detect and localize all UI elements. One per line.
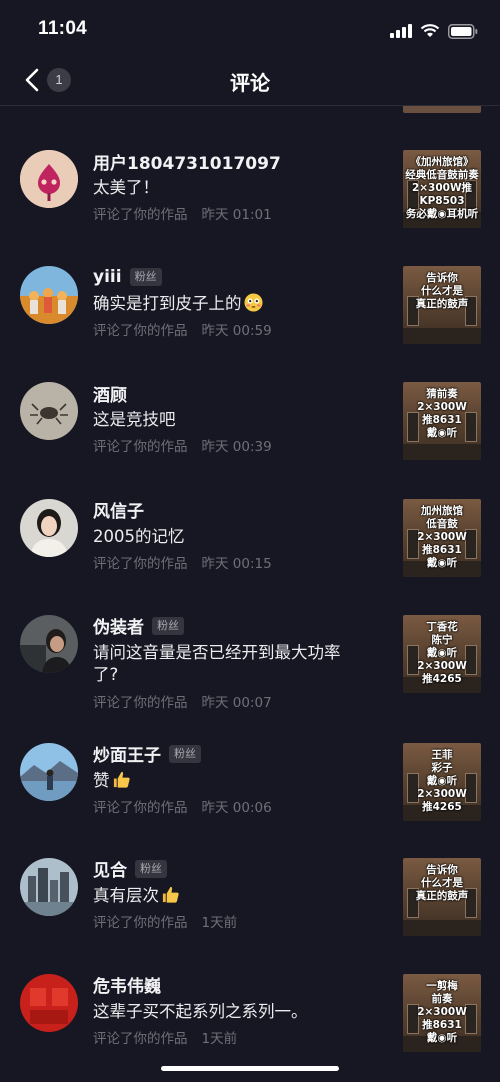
name-row: 伪装者 粉丝 <box>93 614 184 638</box>
comment-meta: 评论了你的作品 昨天 01:01 <box>93 203 286 223</box>
comment-item[interactable]: 炒面王子 粉丝 赞 评论了你的作品 昨天 00:06 王菲 彩子 戴◉听 2×30… <box>0 723 500 838</box>
name-row: 危韦伟巍 <box>93 973 161 997</box>
comment-meta: 评论了你的作品 1天前 <box>93 911 251 931</box>
previous-thumbnail-edge <box>403 106 481 113</box>
comment-text: 这辈子买不起系列之系列一。 <box>93 1001 308 1021</box>
nav-bar: 1 评论 <box>0 56 500 106</box>
video-thumbnail[interactable]: 一剪梅 前奏 2×300W 推8631 戴◉听 <box>403 973 481 1052</box>
avatar[interactable] <box>20 150 78 208</box>
fan-badge: 粉丝 <box>129 268 162 287</box>
avatar[interactable] <box>20 857 78 916</box>
status-icons <box>390 21 478 41</box>
avatar[interactable] <box>20 382 78 441</box>
name-row: 风信子 <box>93 498 144 522</box>
comment-action: 评论了你的作品 <box>93 1030 188 1047</box>
avatar[interactable] <box>20 498 78 557</box>
video-thumbnail[interactable]: 猜前奏 2×300W 推8631 戴◉听 <box>403 382 481 461</box>
comment-action: 评论了你的作品 <box>93 207 188 223</box>
comment-action: 评论了你的作品 <box>93 914 188 931</box>
fan-badge: 粉丝 <box>135 859 167 878</box>
comment-meta: 评论了你的作品 昨天 00:06 <box>93 796 286 816</box>
name-row: 见合 粉丝 <box>93 857 167 881</box>
name-row: 炒面王子 粉丝 <box>93 742 201 766</box>
signal-icon <box>390 24 412 38</box>
avatar[interactable] <box>20 742 78 801</box>
username[interactable]: 炒面王子 <box>93 741 161 766</box>
thumbnail-caption: 加州旅馆 低音鼓 2×300W 推8631 戴◉听 <box>417 504 467 569</box>
video-thumbnail[interactable]: 丁香花 陈宁 戴◉听 2×300W 推4265 <box>403 614 481 693</box>
home-indicator[interactable] <box>161 1066 339 1071</box>
comment-meta: 评论了你的作品 昨天 00:07 <box>93 691 286 711</box>
comment-time: 昨天 00:15 <box>201 555 272 572</box>
fan-badge: 粉丝 <box>169 744 201 763</box>
comment-text: 这是竞技吧 <box>93 410 176 430</box>
name-row: 用户1804731017097 <box>93 149 281 174</box>
comment-time: 昨天 00:59 <box>201 323 272 340</box>
comment-action: 评论了你的作品 <box>93 323 188 340</box>
comment-text: 2005的记忆 <box>93 526 185 546</box>
comment-text: 太美了！ <box>93 178 159 197</box>
video-thumbnail[interactable]: 加州旅馆 低音鼓 2×300W 推8631 戴◉听 <box>403 498 481 577</box>
comment-item[interactable]: 风信子 2005的记忆 评论了你的作品 昨天 00:15 加州旅馆 低音鼓 2×3… <box>0 479 500 595</box>
video-thumbnail[interactable]: 告诉你 什么才是 真正的鼓声 <box>403 266 481 345</box>
comment-meta: 评论了你的作品 昨天 00:39 <box>93 435 286 455</box>
video-thumbnail[interactable]: 王菲 彩子 戴◉听 2×300W 推4265 <box>403 742 481 821</box>
comment-item[interactable]: 危韦伟巍 这辈子买不起系列之系列一。 评论了你的作品 1天前 一剪梅 前奏 2×3… <box>0 954 500 1070</box>
status-time: 11:04 <box>38 18 88 39</box>
username[interactable]: 伪装者 <box>93 613 144 638</box>
comment-text: 真有层次 <box>93 885 361 907</box>
thumbs-up-icon <box>162 886 179 903</box>
fan-badge: 粉丝 <box>152 616 184 635</box>
comment-meta: 评论了你的作品 昨天 00:15 <box>93 552 286 572</box>
comment-meta: 评论了你的作品 昨天 00:59 <box>93 319 286 339</box>
comment-action: 评论了你的作品 <box>93 694 188 711</box>
username[interactable]: yiii <box>93 267 122 287</box>
video-thumbnail[interactable]: 告诉你 什么才是 真正的鼓声 <box>403 857 481 936</box>
comment-time: 1天前 <box>201 1030 238 1047</box>
page-title: 评论 <box>230 71 270 95</box>
comment-action: 评论了你的作品 <box>93 799 188 816</box>
flushed-face-icon <box>243 293 263 312</box>
comment-item[interactable]: yiii 粉丝 确实是打到皮子上的 评论了你的作品 昨天 00:59 告诉你 什么… <box>0 246 500 362</box>
avatar[interactable] <box>20 973 78 1032</box>
username[interactable]: 危韦伟巍 <box>93 972 161 997</box>
comment-time: 昨天 00:07 <box>201 694 272 711</box>
thumbnail-caption: 猜前奏 2×300W 推8631 戴◉听 <box>417 388 467 440</box>
status-bar: 11:04 <box>0 0 500 56</box>
comment-text: 赞 <box>93 770 361 792</box>
thumbnail-caption: 告诉你 什么才是 真正的鼓声 <box>415 272 469 311</box>
comment-time: 昨天 00:06 <box>201 799 272 816</box>
comment-time: 昨天 00:39 <box>201 439 272 456</box>
thumbnail-caption: 一剪梅 前奏 2×300W 推8631 戴◉听 <box>417 979 467 1044</box>
comment-time: 1天前 <box>201 914 238 931</box>
comment-item[interactable]: 伪装者 粉丝 请问这音量是否已经开到最大功率了? 评论了你的作品 昨天 00:07… <box>0 595 500 723</box>
comment-item[interactable]: 见合 粉丝 真有层次 评论了你的作品 1天前 告诉你 什么才是 真正的鼓声 <box>0 838 500 954</box>
avatar[interactable] <box>20 266 78 325</box>
comment-text: 确实是打到皮子上的 <box>93 293 361 315</box>
comment-action: 评论了你的作品 <box>93 439 188 456</box>
thumbnail-caption: 告诉你 什么才是 真正的鼓声 <box>415 863 469 902</box>
username[interactable]: 风信子 <box>93 497 144 522</box>
battery-icon <box>448 23 478 39</box>
wifi-icon <box>420 24 440 37</box>
name-row: yiii 粉丝 <box>93 265 162 289</box>
comment-item[interactable]: 用户1804731017097 太美了！ 评论了你的作品 昨天 01:01 《加州… <box>0 130 500 246</box>
username[interactable]: 用户1804731017097 <box>93 149 281 174</box>
name-row: 酒顾 <box>93 381 127 406</box>
thumbnail-caption: 丁香花 陈宁 戴◉听 2×300W 推4265 <box>417 620 467 685</box>
thumbnail-caption: 王菲 彩子 戴◉听 2×300W 推4265 <box>417 748 467 813</box>
thumbnail-caption: 《加州旅馆》 经典低音鼓前奏 2×300W推KP8503 务必戴◉耳机听 <box>405 156 479 220</box>
video-thumbnail[interactable]: 《加州旅馆》 经典低音鼓前奏 2×300W推KP8503 务必戴◉耳机听 <box>403 150 481 228</box>
comment-item[interactable]: 酒顾 这是竞技吧 评论了你的作品 昨天 00:39 猜前奏 2×300W 推863… <box>0 362 500 478</box>
comment-meta: 评论了你的作品 1天前 <box>93 1027 251 1047</box>
username[interactable]: 见合 <box>93 856 127 881</box>
avatar[interactable] <box>20 614 78 673</box>
comment-text: 请问这音量是否已经开到最大功率了? <box>93 642 341 684</box>
comment-list: 用户1804731017097 太美了！ 评论了你的作品 昨天 01:01 《加州… <box>0 130 500 1070</box>
username[interactable]: 酒顾 <box>93 381 127 406</box>
thumbs-up-icon <box>113 771 130 788</box>
comment-time: 昨天 01:01 <box>201 207 272 223</box>
comment-action: 评论了你的作品 <box>93 555 188 572</box>
